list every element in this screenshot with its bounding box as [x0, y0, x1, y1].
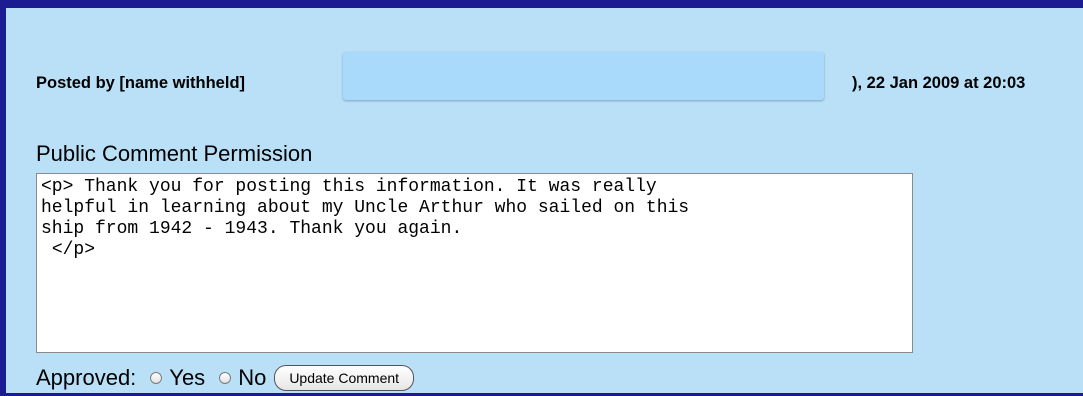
approval-row: Approved: Yes No Update Comment — [36, 363, 415, 393]
approved-label: Approved: — [36, 365, 137, 390]
approved-yes-radio[interactable] — [150, 372, 163, 384]
public-comment-permission-label: Public Comment Permission — [36, 141, 313, 166]
comment-textarea[interactable]: <p> Thank you for posting this informati… — [36, 173, 913, 353]
approved-no-label[interactable]: No — [238, 365, 266, 391]
approved-yes-label[interactable]: Yes — [169, 365, 205, 391]
comment-panel: Posted by [name withheld] ), 22 Jan 2009… — [0, 0, 1083, 396]
posted-by-text: Posted by [name withheld] — [36, 74, 246, 92]
update-comment-button[interactable]: Update Comment — [274, 365, 415, 391]
posted-by-line: Posted by [name withheld] ), 22 Jan 2009… — [36, 74, 1025, 93]
posted-date-text: ), 22 Jan 2009 at 20:03 — [852, 74, 1026, 92]
approved-no-radio[interactable] — [219, 372, 232, 384]
redaction-box — [343, 52, 824, 100]
